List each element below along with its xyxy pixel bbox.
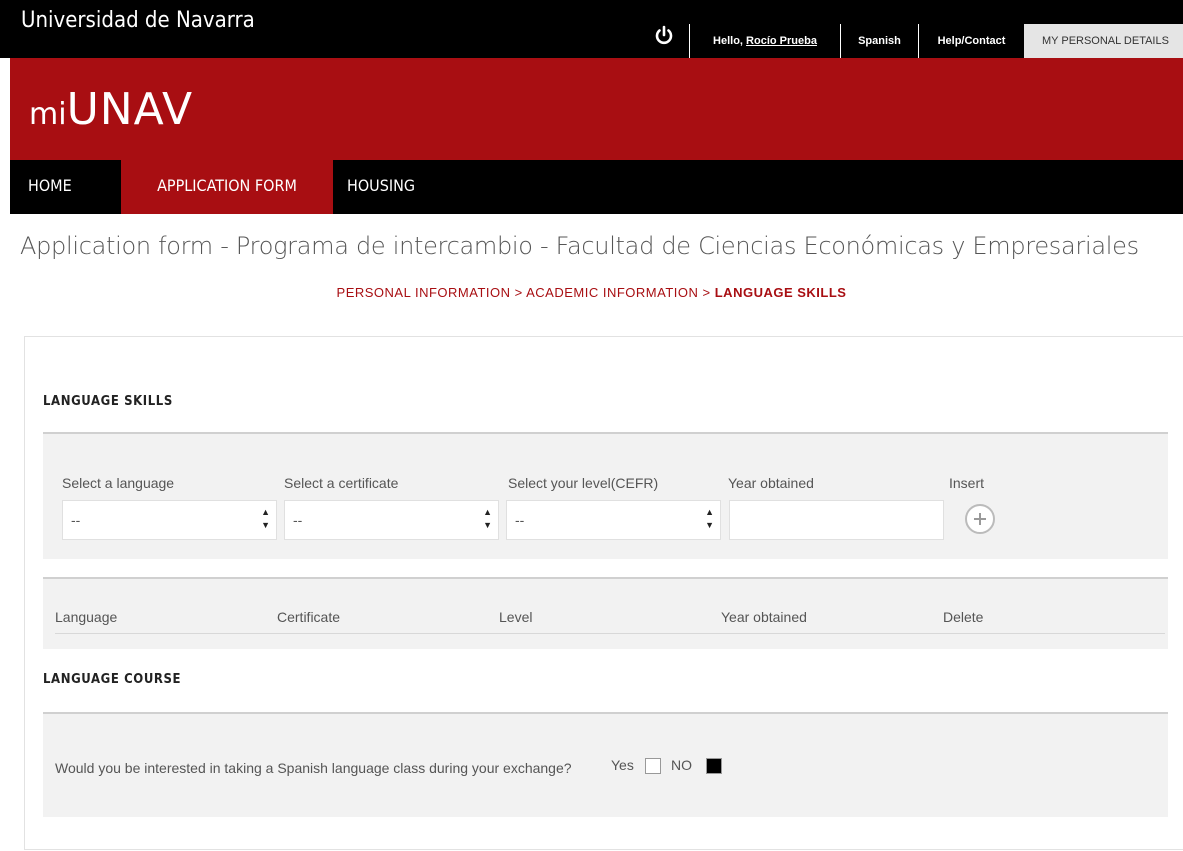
breadcrumb-language-skills: LANGUAGE SKILLS — [714, 285, 847, 300]
certificate-select-label: Select a certificate — [284, 475, 399, 491]
language-switch[interactable]: Spanish — [840, 24, 918, 58]
table-header-language: Language — [55, 609, 118, 625]
hello-label: Hello, — [713, 35, 747, 47]
my-personal-details-link[interactable]: MY PERSONAL DETAILS — [1024, 24, 1183, 58]
select-arrows-icon: ▲ ▼ — [483, 507, 492, 530]
table-header-divider — [55, 633, 1165, 634]
select-arrows-icon: ▲ ▼ — [705, 507, 714, 530]
power-icon[interactable] — [652, 24, 676, 48]
certificate-select-value: -- — [293, 512, 303, 528]
top-bar: Universidad de Navarra Hello, Rocío Prue… — [0, 0, 1183, 58]
university-name[interactable]: Universidad de Navarra — [21, 7, 255, 35]
breadcrumb-separator: > — [514, 285, 523, 300]
certificate-select[interactable]: -- ▲ ▼ — [284, 500, 499, 540]
table-header-delete: Delete — [943, 609, 984, 625]
language-select-value: -- — [71, 512, 81, 528]
user-greeting: Hello, Rocío Prueba — [689, 24, 840, 58]
help-contact-link[interactable]: Help/Contact — [918, 24, 1024, 58]
level-select[interactable]: -- ▲ ▼ — [506, 500, 721, 540]
table-header-certificate: Certificate — [277, 609, 341, 625]
no-checkbox[interactable] — [706, 758, 722, 774]
insert-label: Insert — [949, 475, 985, 491]
year-obtained-input[interactable] — [729, 500, 944, 540]
language-select[interactable]: -- ▲ ▼ — [62, 500, 277, 540]
nav-application-form[interactable]: APPLICATION FORM — [121, 160, 333, 214]
language-course-heading: LANGUAGE COURSE — [43, 672, 182, 687]
yes-label: Yes — [611, 757, 634, 773]
logo-unav: UNAV — [66, 84, 194, 135]
language-select-label: Select a language — [62, 475, 175, 491]
banner: miUNAV — [10, 58, 1183, 160]
breadcrumb-academic-information[interactable]: ACADEMIC INFORMATION — [526, 285, 698, 300]
nav-housing[interactable]: HOUSING — [347, 160, 415, 214]
nav-home[interactable]: HOME — [28, 160, 72, 214]
select-arrows-icon: ▲ ▼ — [261, 507, 270, 530]
year-obtained-label: Year obtained — [728, 475, 814, 491]
no-label: NO — [671, 757, 692, 773]
table-header-level: Level — [499, 609, 533, 625]
level-select-label: Select your level(CEFR) — [508, 475, 659, 491]
level-select-value: -- — [515, 512, 525, 528]
breadcrumb-separator: > — [702, 285, 711, 300]
language-skills-heading: LANGUAGE SKILLS — [43, 394, 173, 409]
add-language-plus-icon[interactable] — [965, 504, 995, 534]
form-panel: LANGUAGE SKILLS Select a language Select… — [24, 336, 1183, 850]
language-insert-form: Select a language Select a certificate S… — [43, 432, 1168, 559]
language-course-question: Would you be interested in taking a Span… — [43, 712, 1168, 817]
main-nav: HOME APPLICATION FORM HOUSING — [10, 160, 1183, 214]
breadcrumb: PERSONAL INFORMATION > ACADEMIC INFORMAT… — [0, 285, 1183, 300]
logo-mi: mi — [29, 97, 67, 132]
course-question-text: Would you be interested in taking a Span… — [55, 760, 572, 776]
language-table: Language Certificate Level Year obtained… — [43, 577, 1168, 649]
table-header-year-obtained: Year obtained — [721, 609, 807, 625]
breadcrumb-personal-information[interactable]: PERSONAL INFORMATION — [337, 285, 511, 300]
user-name-link[interactable]: Rocío Prueba — [746, 35, 817, 47]
miunav-logo[interactable]: miUNAV — [29, 84, 193, 135]
yes-checkbox[interactable] — [645, 758, 661, 774]
page-title: Application form - Programa de intercamb… — [20, 232, 1139, 260]
